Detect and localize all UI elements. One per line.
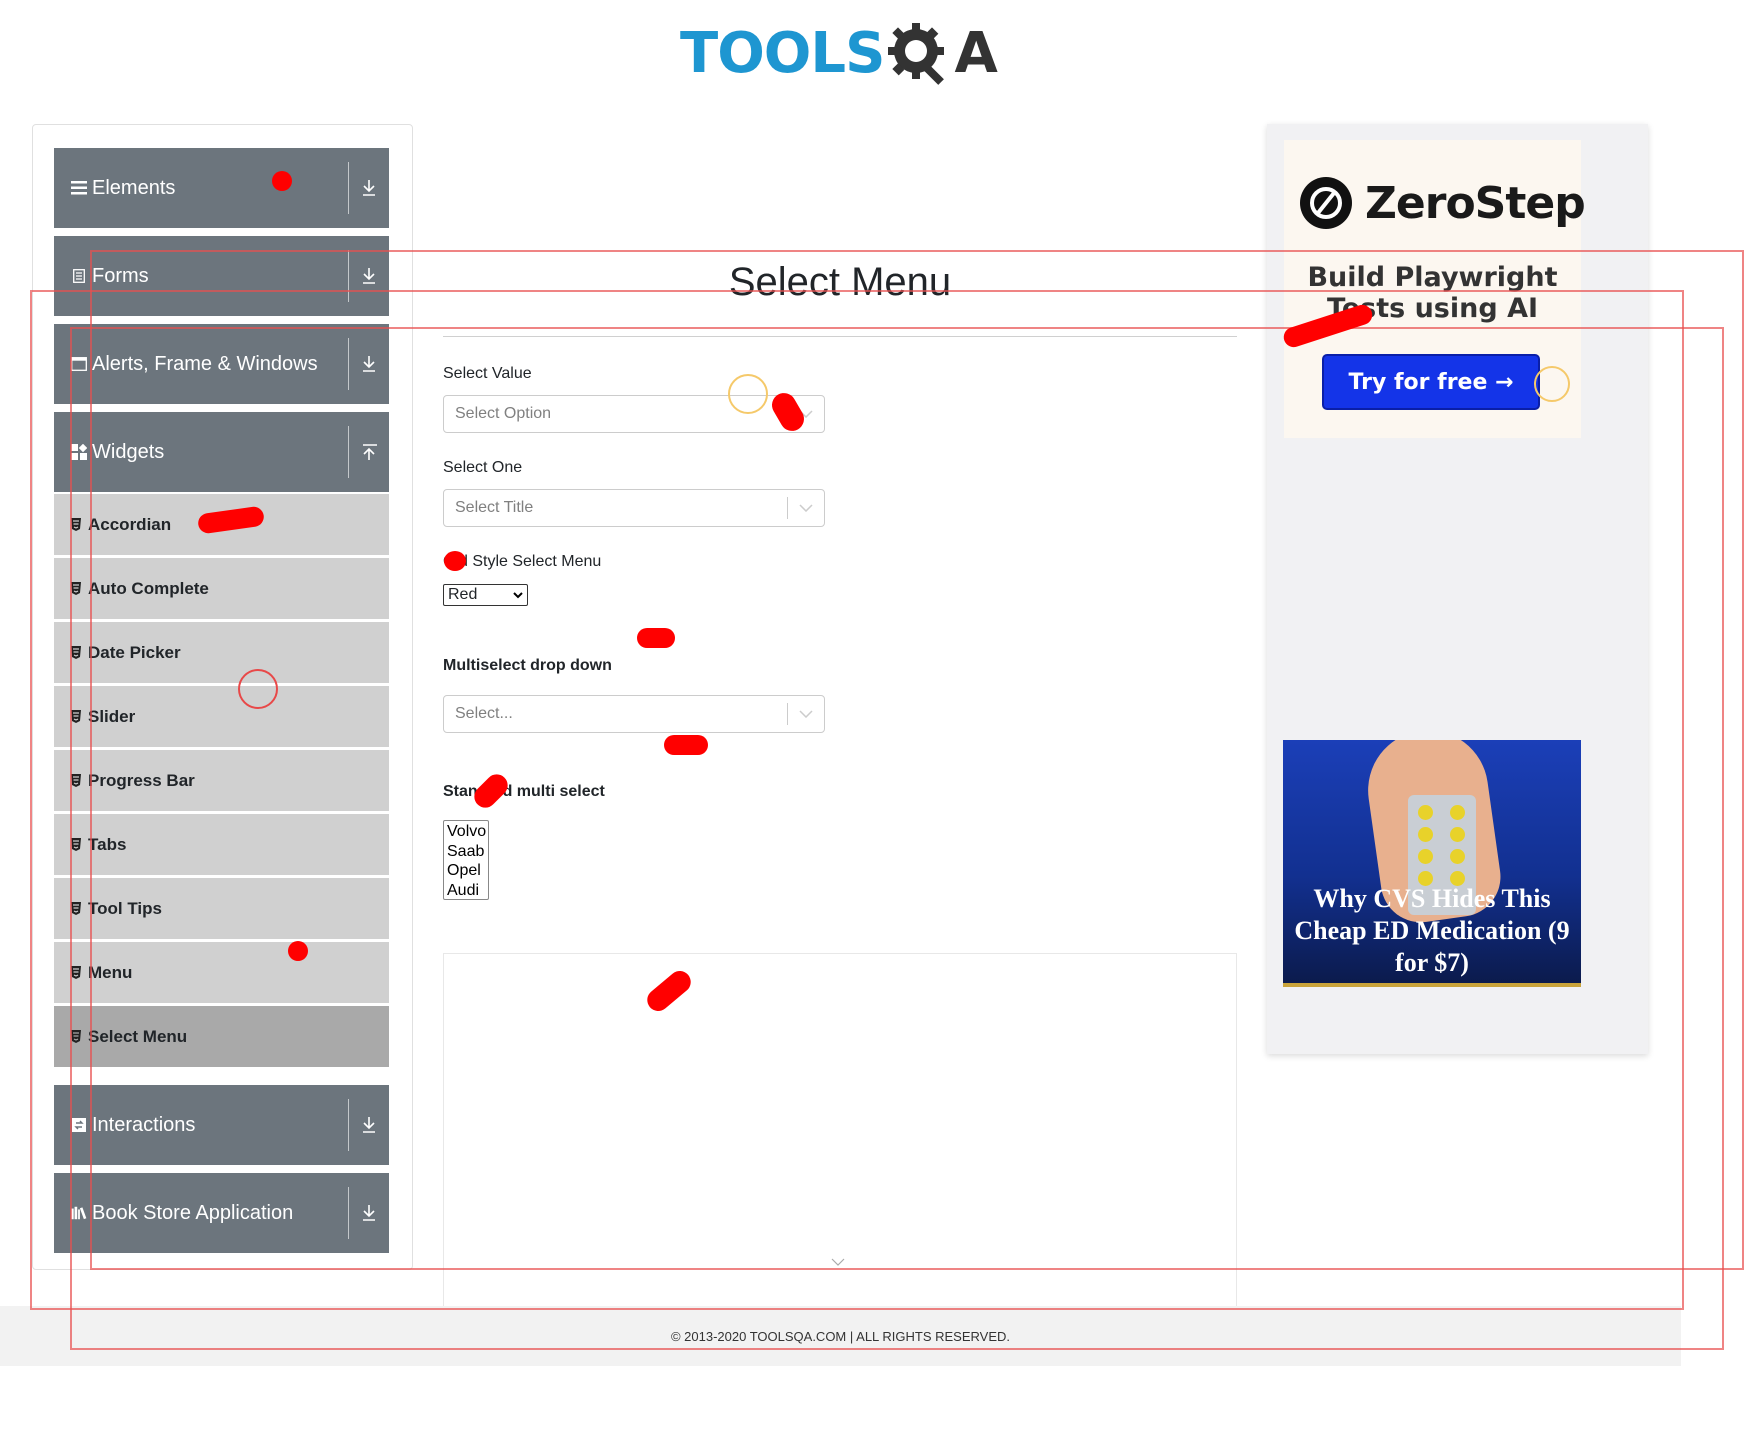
list-option[interactable]: Opel [444,861,488,881]
window-icon [71,356,87,372]
select-one-placeholder: Select Title [455,499,534,516]
download-arrow-icon[interactable] [349,1204,389,1222]
tagline-line: Tests using AI [1326,293,1539,324]
annotation-stroke [637,628,675,648]
download-arrow-icon[interactable] [349,1116,389,1134]
interactions-icon [71,1117,87,1133]
standard-multi-select-label: Standard multi select [443,783,605,800]
sidebar-item-slider[interactable]: Slider [54,686,389,748]
promo-headline: Why CVS Hides This Cheap ED Medication (… [1283,883,1581,979]
sidebar-item-label: Progress Bar [88,770,195,790]
sidebar-item-label: Select Menu [88,1026,188,1046]
html5-icon [71,838,81,851]
zerostep-logo-icon [1300,177,1352,229]
sidebar-item-label: Slider [88,706,136,726]
chevron-down-icon[interactable] [788,504,824,512]
download-arrow-icon[interactable] [349,179,389,197]
sidebar-item-label: Tabs [88,834,127,854]
chevron-down-icon[interactable] [788,410,824,418]
books-icon [71,1205,87,1221]
sidebar-item-accordian[interactable]: Accordian [54,494,389,556]
logo-text-tools: TOOLS [680,20,885,86]
select-one-label: Select One [443,459,523,476]
widgets-icon [71,444,87,460]
sidebar-item-tool-tips[interactable]: Tool Tips [54,878,389,940]
download-arrow-icon[interactable] [349,355,389,373]
try-for-free-button[interactable]: Try for free → [1322,354,1540,410]
title-divider [443,336,1237,337]
chevron-down-icon [831,1258,845,1266]
sidebar-group-alerts[interactable]: Alerts, Frame & Windows [54,324,389,404]
sidebar-item-label: Date Picker [88,642,181,662]
zerostep-brand: ZeroStep [1365,177,1586,229]
logo-text-a: A [954,20,998,86]
sidebar-group-label: Forms [92,264,149,287]
annotation-stroke [664,735,708,755]
page-title: Select Menu [728,260,952,304]
download-arrow-icon[interactable] [349,267,389,285]
promo-line: Cheap ED Medication (9 [1294,916,1570,945]
toolsqa-logo[interactable]: TOOLS A [680,14,998,92]
list-option[interactable]: Saab [444,842,488,862]
hamburger-icon [71,180,87,196]
html5-icon [71,902,81,915]
sidebar-item-tabs[interactable]: Tabs [54,814,389,876]
html5-icon [71,710,81,723]
promo-image-ad[interactable]: Why CVS Hides This Cheap ED Medication (… [1283,740,1581,987]
sidebar-item-label: Auto Complete [88,578,209,598]
standard-multi-select[interactable]: Volvo Saab Opel Audi [443,820,489,900]
html5-icon [71,646,81,659]
html5-icon [71,966,81,979]
ad-placeholder-area [443,953,1237,1308]
promo-bottom-bar [1283,983,1581,987]
list-option[interactable]: Volvo [444,822,488,842]
document-icon [71,268,87,284]
old-style-select-value: Red [448,586,478,603]
sidebar-item-date-picker[interactable]: Date Picker [54,622,389,684]
promo-line: for $7) [1395,948,1469,977]
zerostep-logo: ZeroStep [1299,176,1586,230]
sidebar-item-progress-bar[interactable]: Progress Bar [54,750,389,812]
list-option[interactable]: Audi [444,881,488,901]
sidebar-group-interactions[interactable]: Interactions [54,1085,389,1165]
sidebar-group-label: Alerts, Frame & Windows [92,352,318,375]
select-value-dropdown[interactable]: Select Option [443,395,825,433]
sidebar-group-label: Elements [92,176,176,199]
sidebar-group-label: Interactions [92,1113,196,1136]
sidebar-group-elements[interactable]: Elements [54,148,389,228]
sidebar-item-label: Tool Tips [88,898,162,918]
html5-icon [71,1030,81,1043]
sidebar-item-select-menu[interactable]: Select Menu [54,1006,389,1068]
sidebar-group-forms[interactable]: Forms [54,236,389,316]
multiselect-placeholder: Select... [455,705,513,722]
old-style-select-label: Old Style Select Menu [443,553,602,570]
sidebar-group-label: Book Store Application [92,1201,294,1224]
old-style-select[interactable]: Red [443,584,528,606]
sidebar-group-widgets[interactable]: Widgets [54,412,389,492]
sidebar-item-menu[interactable]: Menu [54,942,389,1004]
html5-icon [71,774,81,787]
select-value-placeholder: Select Option [455,405,552,422]
sidebar-group-label: Widgets [92,440,165,463]
sidebar-item-label: Accordian [88,514,172,534]
footer: © 2013-2020 TOOLSQA.COM | ALL RIGHTS RES… [0,1306,1681,1366]
select-one-dropdown[interactable]: Select Title [443,489,825,527]
promo-line: Why CVS Hides This [1313,884,1551,913]
sidebar-item-label: Menu [88,962,133,982]
html5-icon [71,518,81,531]
chevron-down-icon [513,592,523,599]
zerostep-tagline: Build Playwright Tests using AI [1284,262,1581,324]
upload-arrow-icon[interactable] [349,443,389,461]
select-value-label: Select Value [443,365,532,382]
tagline-line: Build Playwright [1307,262,1558,293]
html5-icon [71,582,81,595]
sidebar-item-auto-complete[interactable]: Auto Complete [54,558,389,620]
multiselect-label: Multiselect drop down [443,657,612,674]
multiselect-dropdown[interactable]: Select... [443,695,825,733]
sidebar-group-book-store[interactable]: Book Store Application [54,1173,389,1253]
footer-copyright: © 2013-2020 TOOLSQA.COM | ALL RIGHTS RES… [670,1328,1011,1344]
chevron-down-icon[interactable] [788,710,824,718]
gear-magnifier-icon [888,23,945,85]
